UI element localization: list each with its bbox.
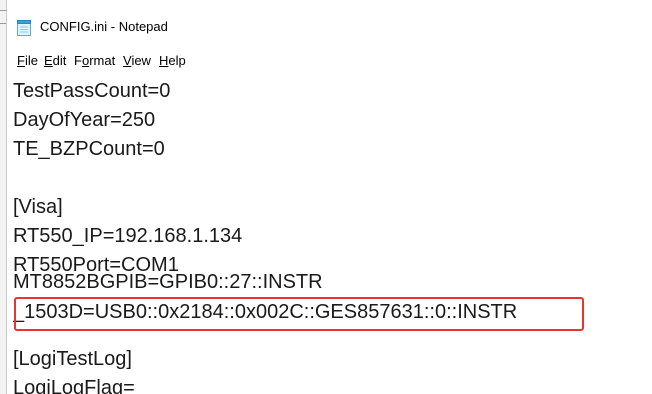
menu-format[interactable]: Format xyxy=(74,53,115,68)
editor-line: MT8852BGPIB=GPIB0::27::INSTR xyxy=(13,271,323,293)
menu-help[interactable]: Help xyxy=(159,53,186,68)
menu-bar: File Edit Format View Help xyxy=(7,48,652,70)
window-title: CONFIG.ini - Notepad xyxy=(40,19,168,34)
editor-line: TE_BZPCount=0 xyxy=(13,138,165,160)
title-bar[interactable]: CONFIG.ini - Notepad xyxy=(7,0,652,48)
notepad-icon xyxy=(17,20,31,36)
editor-line: RT550_IP=192.168.1.134 xyxy=(13,225,243,247)
text-editor-area[interactable]: TestPassCount=0 DayOfYear=250 TE_BZPCoun… xyxy=(13,76,649,394)
editor-line: [Visa] xyxy=(13,196,63,218)
notepad-window: CONFIG.ini - Notepad File Edit Format Vi… xyxy=(7,0,652,394)
editor-line: LogiLogFlag= xyxy=(13,377,135,394)
menu-view[interactable]: View xyxy=(123,53,151,68)
editor-line: DayOfYear=250 xyxy=(13,109,156,131)
background-window-edge xyxy=(0,0,7,394)
menu-file[interactable]: File xyxy=(17,53,38,68)
highlight-annotation-box xyxy=(14,297,584,331)
editor-line: [LogiTestLog] xyxy=(13,348,132,370)
editor-line: TestPassCount=0 xyxy=(13,80,171,102)
menu-edit[interactable]: Edit xyxy=(44,53,66,68)
background-window-notch xyxy=(0,10,6,24)
